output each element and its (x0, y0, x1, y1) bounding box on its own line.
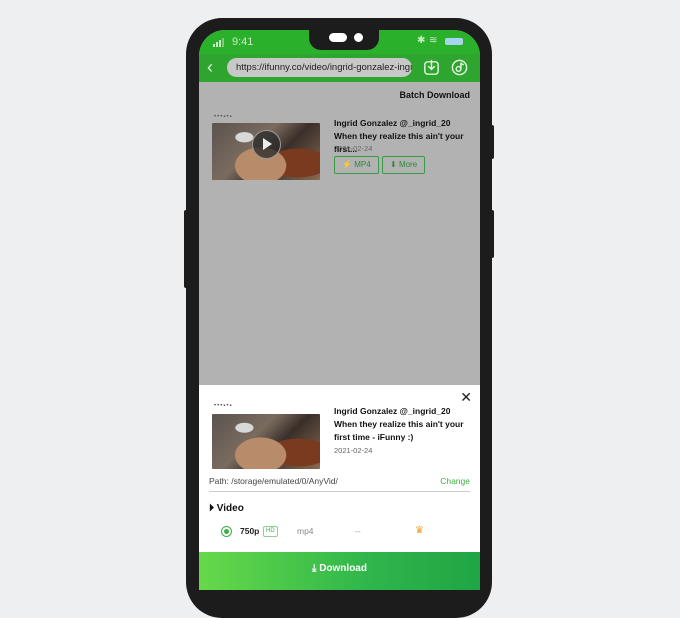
speaker-icon (329, 33, 347, 42)
browser-toolbar: ‹ https://ifunny.co/video/ingrid-gonzale… (199, 54, 480, 82)
more-button[interactable]: ⬇ More (382, 156, 426, 174)
format: mp4 (297, 526, 314, 536)
more-label: More (398, 160, 418, 169)
video-thumbnail[interactable] (212, 123, 320, 180)
download-button[interactable]: ⤓ Download (199, 552, 480, 590)
thumbnail-caption: •••▪•▪ (214, 114, 233, 120)
thumbnail-caption: •••▪•▪ (214, 403, 233, 409)
divider (209, 491, 470, 492)
play-icon[interactable] (252, 130, 281, 159)
resolution: 750p (240, 526, 260, 536)
video-icon: ⏵ (209, 503, 214, 514)
signal-icon (213, 38, 224, 47)
hd-badge: HD (263, 526, 278, 537)
batch-download-button[interactable]: Batch Download (399, 90, 470, 100)
download-arrow-icon: ⤓ (312, 563, 317, 574)
phone-screen: 9:41 ✱ ≋ ‹ https://ifunny.co/video/ingri… (199, 30, 480, 590)
mp4-button[interactable]: ⚡ MP4 (334, 156, 379, 174)
arrow-down-icon: ⬇ (390, 160, 397, 169)
download-label: Download (319, 563, 367, 574)
sheet-thumbnail (212, 414, 320, 469)
radio-selected[interactable] (221, 526, 232, 537)
lightning-icon: ⚡ (342, 160, 352, 169)
url-bar[interactable]: https://ifunny.co/video/ingrid-gonzalez-… (227, 58, 412, 77)
status-bar: 9:41 ✱ ≋ (199, 30, 480, 54)
download-icon[interactable] (422, 58, 441, 77)
status-time: 9:41 (232, 36, 254, 48)
video-section-label: Video (216, 503, 244, 514)
back-icon[interactable]: ‹ (207, 58, 213, 76)
sheet-video-date: 2021-02-24 (334, 446, 373, 455)
crown-icon: ♛ (415, 525, 424, 536)
video-date: 2021-02-24 (334, 144, 373, 153)
side-button-top (490, 125, 494, 159)
save-path: Path: /storage/emulated/0/AnyVid/ (209, 476, 338, 486)
notch (309, 30, 379, 50)
camera-icon (354, 33, 363, 42)
bluetooth-icon: ✱ (417, 35, 426, 46)
quality-option[interactable]: 750p HD mp4 -- ♛ (199, 524, 480, 540)
video-section-header: ⏵ Video (209, 503, 244, 514)
battery-icon (445, 38, 463, 45)
wifi-icon: ≋ (429, 35, 438, 46)
side-button-bottom (490, 210, 494, 258)
file-size: -- (355, 526, 361, 536)
volume-button (184, 210, 188, 288)
close-icon[interactable]: ✕ (460, 389, 472, 406)
sheet-video-title: Ingrid Gonzalez @_ingrid_20 When they re… (334, 406, 464, 442)
page-content: Batch Download •••▪•▪ Ingrid Gonzalez @_… (199, 82, 480, 386)
mp4-label: MP4 (354, 160, 371, 169)
tiktok-icon[interactable] (450, 58, 469, 77)
change-path-button[interactable]: Change (440, 476, 470, 486)
